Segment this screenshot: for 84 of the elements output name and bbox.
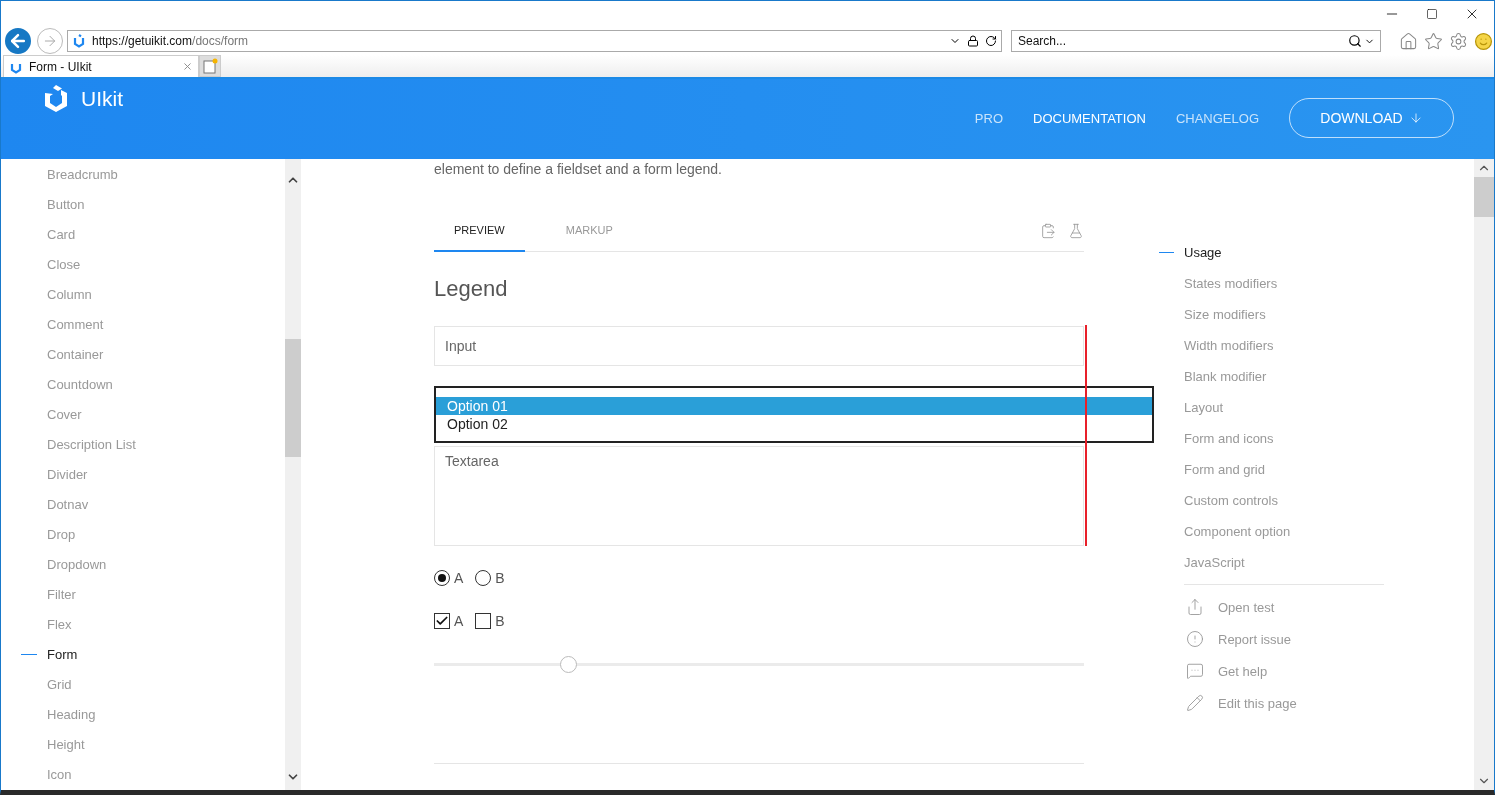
toc-link[interactable]: Report issue bbox=[1159, 623, 1384, 655]
alert-icon bbox=[1186, 630, 1204, 648]
toc-item[interactable]: Custom controls bbox=[1159, 485, 1384, 516]
toc-item[interactable]: Form and icons bbox=[1159, 423, 1384, 454]
nav-link[interactable]: DOCUMENTATION bbox=[1033, 110, 1146, 126]
share-icon bbox=[1186, 598, 1204, 616]
toc-item[interactable]: Component option bbox=[1159, 516, 1384, 547]
select-listbox[interactable]: Option 01 Option 02 bbox=[434, 386, 1154, 443]
scrollbar[interactable] bbox=[285, 159, 301, 790]
sidebar-item[interactable]: Description List bbox=[1, 429, 285, 459]
checkbox[interactable] bbox=[434, 613, 450, 629]
textarea-field[interactable]: Textarea bbox=[434, 446, 1084, 546]
close-tab-icon[interactable] bbox=[182, 61, 193, 72]
sidebar-item[interactable]: Button bbox=[1, 189, 285, 219]
star-icon[interactable] bbox=[1424, 31, 1443, 51]
preview-tab[interactable]: MARKUP bbox=[545, 210, 633, 252]
sidebar-item[interactable]: Form bbox=[1, 639, 285, 669]
smiley-icon[interactable] bbox=[1474, 31, 1493, 51]
toc-item[interactable]: Layout bbox=[1159, 392, 1384, 423]
radio-label: A bbox=[454, 570, 464, 586]
sidebar-item[interactable]: Countdown bbox=[1, 369, 285, 399]
sidebar-item[interactable]: Breadcrumb bbox=[1, 159, 285, 189]
sidebar-item[interactable]: Container bbox=[1, 339, 285, 369]
sidebar-item[interactable]: Dropdown bbox=[1, 549, 285, 579]
flask-icon[interactable] bbox=[1068, 222, 1084, 239]
sidebar-item[interactable]: Grid bbox=[1, 669, 285, 699]
toc-item[interactable]: Blank modifier bbox=[1159, 361, 1384, 392]
toc-item[interactable]: JavaScript bbox=[1159, 547, 1384, 578]
sidebar-item[interactable]: Close bbox=[1, 249, 285, 279]
intro-text: element to define a fieldset and a form legend. bbox=[434, 160, 723, 179]
sidebar-item[interactable]: Card bbox=[1, 219, 285, 249]
sidebar-item[interactable]: Icon bbox=[1, 759, 285, 789]
sidebar-item[interactable]: Heading bbox=[1, 699, 285, 729]
page-scrollbar[interactable] bbox=[1474, 159, 1494, 790]
pencil-icon bbox=[1186, 694, 1204, 712]
checkbox[interactable] bbox=[475, 613, 492, 629]
toc-item[interactable]: Form and grid bbox=[1159, 454, 1384, 485]
toc-item[interactable]: Width modifiers bbox=[1159, 330, 1384, 361]
select-option[interactable]: Option 01 bbox=[436, 397, 1152, 415]
sidebar-item[interactable]: Drop bbox=[1, 519, 285, 549]
scrollbar-thumb[interactable] bbox=[285, 339, 301, 457]
toc-item[interactable]: Size modifiers bbox=[1159, 299, 1384, 330]
search-field[interactable]: Search... bbox=[1011, 30, 1381, 52]
arrow-right-icon bbox=[42, 33, 58, 49]
settings-icon[interactable] bbox=[1449, 31, 1468, 51]
arrow-down-icon bbox=[1408, 111, 1423, 125]
lock-icon[interactable] bbox=[967, 35, 979, 47]
legend-heading: Legend bbox=[434, 275, 509, 303]
toc-link[interactable]: Open test bbox=[1159, 591, 1384, 623]
radio-label: B bbox=[495, 570, 505, 586]
toc-link[interactable]: Get help bbox=[1159, 655, 1384, 687]
search-icon[interactable] bbox=[1348, 34, 1362, 48]
home-icon[interactable] bbox=[1399, 31, 1418, 51]
range-thumb[interactable] bbox=[559, 655, 577, 673]
sidebar-item[interactable]: Column bbox=[1, 279, 285, 309]
sidebar-item[interactable]: Divider bbox=[1, 459, 285, 489]
sidebar-item[interactable]: Comment bbox=[1, 309, 285, 339]
arrow-left-icon bbox=[8, 31, 28, 51]
checkbox-label: A bbox=[454, 613, 464, 629]
toc-item[interactable]: Usage bbox=[1159, 237, 1384, 268]
sidebar-item[interactable]: Height bbox=[1, 729, 285, 759]
chat-icon bbox=[1186, 662, 1204, 680]
nav-link[interactable]: PRO bbox=[974, 110, 1003, 126]
toc-item[interactable]: States modifiers bbox=[1159, 268, 1384, 299]
browser-tab[interactable]: Form - UIkit bbox=[3, 55, 199, 77]
nav-link[interactable]: CHANGELOG bbox=[1175, 110, 1259, 126]
favicon-icon bbox=[72, 34, 86, 48]
url-path: /docs/form bbox=[192, 34, 249, 48]
maximize-icon[interactable] bbox=[1426, 8, 1438, 20]
new-tab-button[interactable] bbox=[199, 55, 221, 77]
refresh-icon[interactable] bbox=[985, 35, 997, 47]
scrollbar-thumb[interactable] bbox=[1474, 177, 1494, 217]
toc-link[interactable]: Edit this page bbox=[1159, 687, 1384, 719]
preview-tab[interactable]: PREVIEW bbox=[434, 210, 525, 252]
sidebar-item[interactable]: Cover bbox=[1, 399, 285, 429]
sidebar-item[interactable]: Dotnav bbox=[1, 489, 285, 519]
input-field[interactable]: Input bbox=[434, 326, 1084, 366]
address-field[interactable]: https://getuikit.com/docs/form bbox=[67, 30, 1002, 52]
clipboard-icon[interactable] bbox=[1040, 222, 1056, 239]
sidebar-item[interactable]: Flex bbox=[1, 609, 285, 639]
logo-text: UIkit bbox=[81, 87, 123, 111]
url-host: https://getuikit.com bbox=[92, 34, 193, 48]
checkbox-label: B bbox=[495, 613, 505, 629]
sidebar-item[interactable]: Filter bbox=[1, 579, 285, 609]
